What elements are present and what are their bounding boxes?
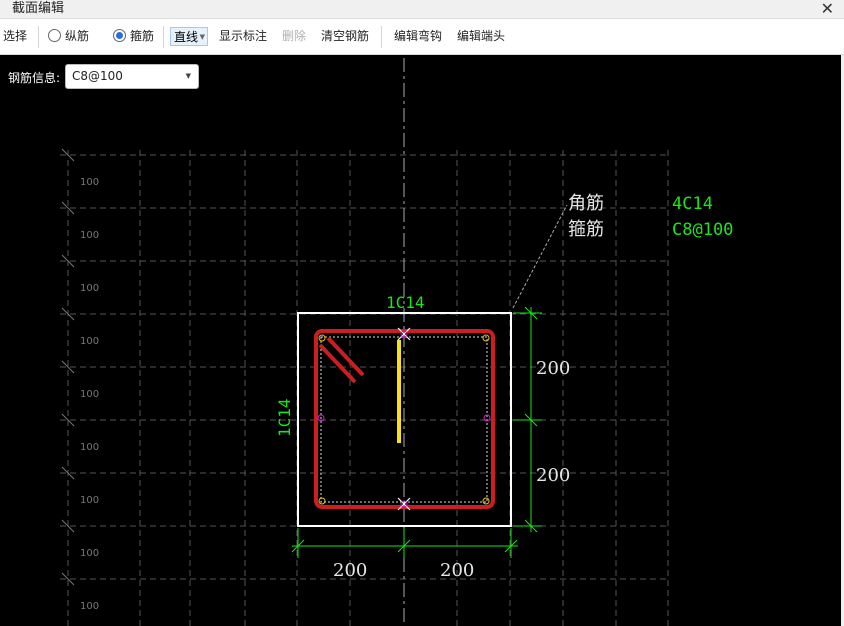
line-mode-dropdown[interactable]: 直线 ▼ <box>170 27 208 46</box>
edit-end-button[interactable]: 编辑端头 <box>457 19 505 54</box>
grid-label: 100 <box>80 230 99 241</box>
line-mode-value: 直线 <box>174 30 199 44</box>
leader-line <box>512 204 568 309</box>
top-rebar-label[interactable]: 1C14 <box>386 293 425 312</box>
grid-label: 100 <box>80 389 99 400</box>
longitudinal-radio-label: 纵筋 <box>65 29 90 43</box>
window-titlebar: 截面编辑 ✕ <box>0 0 844 19</box>
drawing-canvas[interactable]: 100 100 100 100 100 100 100 100 100 1C14… <box>0 55 844 626</box>
grid-label: 100 <box>80 495 99 506</box>
radio-checked-icon <box>113 29 126 42</box>
stirrup-name: 箍筋 <box>568 219 604 240</box>
corner-rebar-value[interactable]: 4C14 <box>672 194 713 214</box>
grid-label: 100 <box>80 336 99 347</box>
stirrup-radio[interactable]: 箍筋 <box>113 19 154 54</box>
edit-hook-button[interactable]: 编辑弯钩 <box>394 19 442 54</box>
longitudinal-radio[interactable]: 纵筋 <box>48 19 89 54</box>
grid-label: 100 <box>80 601 99 612</box>
grid-label: 100 <box>80 177 99 188</box>
rebar-info-label: 钢筋信息: <box>8 71 61 85</box>
close-icon[interactable]: ✕ <box>821 0 834 17</box>
bottom-dimension <box>291 528 518 558</box>
dimension-bottom-right: 200 <box>440 560 474 581</box>
radio-unchecked-icon <box>48 29 61 42</box>
toolbar-separator <box>38 26 39 48</box>
stirrup-value[interactable]: C8@100 <box>672 220 733 240</box>
dimension-right-lower: 200 <box>536 465 570 486</box>
dimension-right-upper: 200 <box>536 358 570 379</box>
left-rebar-label[interactable]: 1C14 <box>275 398 294 437</box>
toolbar: 选择 纵筋 箍筋 直线 ▼ 显示标注 删除 清空钢筋 编辑弯钩 编辑端头 <box>0 19 844 55</box>
grid-label: 100 <box>80 548 99 559</box>
toolbar-separator <box>163 26 164 48</box>
stirrup-hook[interactable] <box>318 336 365 384</box>
delete-button[interactable]: 删除 <box>282 19 306 54</box>
select-button[interactable]: 选择 <box>3 19 27 54</box>
dimension-bottom-left: 200 <box>333 560 367 581</box>
chevron-down-icon: ▼ <box>185 72 191 80</box>
right-dimension <box>513 306 542 533</box>
clear-rebar-button[interactable]: 清空钢筋 <box>321 19 369 54</box>
grid-label: 100 <box>80 442 99 453</box>
rebar-info-value: C8@100 <box>72 69 123 83</box>
corner-rebar-name: 角筋 <box>568 193 604 214</box>
show-annotation-button[interactable]: 显示标注 <box>219 19 267 54</box>
grid-label: 100 <box>80 283 99 294</box>
chevron-down-icon: ▼ <box>199 33 205 41</box>
stirrup-radio-label: 箍筋 <box>130 29 155 43</box>
toolbar-separator <box>381 26 382 48</box>
rebar-info-select[interactable]: C8@100 ▼ <box>65 64 199 89</box>
window-title: 截面编辑 <box>12 1 65 16</box>
